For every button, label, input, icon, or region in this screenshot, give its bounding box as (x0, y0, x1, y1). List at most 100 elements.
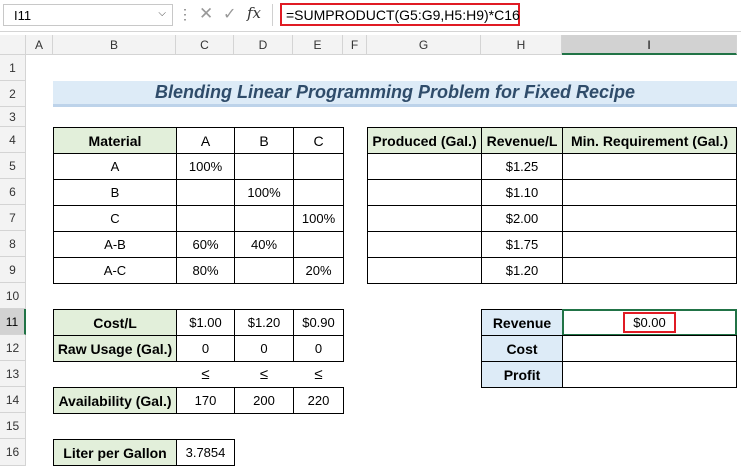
produced-cell[interactable] (367, 153, 482, 180)
revenue-per-liter-cell[interactable]: $2.00 (481, 205, 563, 232)
raw-usage-label[interactable]: Raw Usage (Gal.) (53, 335, 177, 362)
recipe-material-cell[interactable]: A (53, 153, 177, 180)
produced-cell[interactable] (367, 231, 482, 258)
enter-icon[interactable]: ✓ (223, 4, 236, 24)
more-options-icon[interactable]: ⋮ (178, 6, 192, 23)
row-header-10[interactable]: 10 (0, 283, 26, 309)
recipe-material-cell[interactable]: B (53, 179, 177, 206)
row-header-13[interactable]: 13 (0, 361, 26, 387)
recipe-cell[interactable]: 20% (293, 257, 344, 284)
column-header-f[interactable]: F (343, 35, 367, 55)
profit-total-cell[interactable] (562, 361, 737, 388)
min-requirement-cell[interactable] (562, 153, 737, 180)
availability-label[interactable]: Availability (Gal.) (53, 387, 177, 414)
recipe-header-a[interactable]: A (176, 127, 235, 154)
min-requirement-cell[interactable] (562, 205, 737, 232)
recipe-material-cell[interactable]: A-C (53, 257, 177, 284)
recipe-cell[interactable] (234, 153, 294, 180)
cancel-icon[interactable]: ✕ (199, 4, 213, 24)
recipe-header-c[interactable]: C (293, 127, 344, 154)
insert-function-icon[interactable]: fx (247, 4, 261, 22)
column-header-c[interactable]: C (176, 35, 234, 55)
raw-usage-cell[interactable]: 0 (176, 335, 235, 362)
liter-per-gallon-value[interactable]: 3.7854 (176, 439, 235, 466)
revenue-per-liter-cell[interactable]: $1.75 (481, 231, 563, 258)
recipe-header-material[interactable]: Material (53, 127, 177, 154)
produced-cell[interactable] (367, 205, 482, 232)
cost-per-liter-cell[interactable]: $1.00 (176, 309, 235, 336)
cost-label[interactable]: Cost (481, 335, 563, 362)
recipe-cell[interactable] (234, 205, 294, 232)
recipe-cell[interactable]: 40% (234, 231, 294, 258)
cost-per-liter-label[interactable]: Cost/L (53, 309, 177, 336)
recipe-cell[interactable]: 60% (176, 231, 235, 258)
row-header-2[interactable]: 2 (0, 81, 26, 107)
production-header-produced[interactable]: Produced (Gal.) (367, 127, 482, 154)
liter-per-gallon-label[interactable]: Liter per Gallon (53, 439, 177, 466)
row-header-6[interactable]: 6 (0, 179, 26, 205)
row-header-11[interactable]: 11 (0, 309, 26, 335)
sheet-title[interactable]: Blending Linear Programming Problem for … (53, 81, 737, 107)
row-header-1[interactable]: 1 (0, 55, 26, 81)
recipe-cell[interactable]: 100% (293, 205, 344, 232)
recipe-cell[interactable] (293, 179, 344, 206)
row-header-7[interactable]: 7 (0, 205, 26, 231)
row-header-15[interactable]: 15 (0, 413, 26, 439)
recipe-cell[interactable] (234, 257, 294, 284)
revenue-per-liter-cell[interactable]: $1.10 (481, 179, 563, 206)
recipe-material-cell[interactable]: C (53, 205, 177, 232)
column-header-g[interactable]: G (367, 35, 481, 55)
leq-symbol[interactable]: ≤ (293, 361, 344, 387)
revenue-label[interactable]: Revenue (481, 309, 563, 336)
row-header-4[interactable]: 4 (0, 127, 26, 153)
row-header-9[interactable]: 9 (0, 257, 26, 283)
row-header-5[interactable]: 5 (0, 153, 26, 179)
column-header-h[interactable]: H (481, 35, 562, 55)
chevron-down-icon[interactable]: ⌵ (158, 8, 166, 19)
produced-cell[interactable] (367, 179, 482, 206)
min-requirement-cell[interactable] (562, 257, 737, 284)
profit-label[interactable]: Profit (481, 361, 563, 388)
raw-usage-cell[interactable]: 0 (293, 335, 344, 362)
column-header-i[interactable]: I (562, 35, 737, 55)
recipe-header-b[interactable]: B (234, 127, 294, 154)
recipe-cell[interactable]: 100% (234, 179, 294, 206)
production-header-min-requirement[interactable]: Min. Requirement (Gal.) (562, 127, 737, 154)
raw-usage-cell[interactable]: 0 (234, 335, 294, 362)
select-all-corner[interactable] (0, 35, 26, 55)
column-header-a[interactable]: A (26, 35, 53, 55)
cost-total-cell[interactable] (562, 335, 737, 362)
recipe-cell[interactable] (176, 179, 235, 206)
availability-cell[interactable]: 200 (234, 387, 294, 414)
leq-symbol[interactable]: ≤ (234, 361, 294, 387)
availability-cell[interactable]: 170 (176, 387, 235, 414)
recipe-cell[interactable]: 100% (176, 153, 235, 180)
min-requirement-cell[interactable] (562, 179, 737, 206)
availability-cell[interactable]: 220 (293, 387, 344, 414)
recipe-cell[interactable] (293, 153, 344, 180)
cost-per-liter-cell[interactable]: $1.20 (234, 309, 294, 336)
recipe-cell[interactable] (176, 205, 235, 232)
formula-input[interactable]: =SUMPRODUCT(G5:G9,H5:H9)*C16 (280, 3, 520, 26)
revenue-per-liter-cell[interactable]: $1.25 (481, 153, 563, 180)
row-header-3[interactable]: 3 (0, 107, 26, 127)
recipe-material-cell[interactable]: A-B (53, 231, 177, 258)
production-header-revenue[interactable]: Revenue/L (481, 127, 563, 154)
leq-symbol[interactable]: ≤ (176, 361, 235, 387)
name-box-value: I11 (14, 8, 32, 23)
row-header-8[interactable]: 8 (0, 231, 26, 257)
recipe-cell[interactable] (293, 231, 344, 258)
row-header-16[interactable]: 16 (0, 439, 26, 466)
revenue-per-liter-cell[interactable]: $1.20 (481, 257, 563, 284)
recipe-cell[interactable]: 80% (176, 257, 235, 284)
row-header-14[interactable]: 14 (0, 387, 26, 413)
cost-per-liter-cell[interactable]: $0.90 (293, 309, 344, 336)
min-requirement-cell[interactable] (562, 231, 737, 258)
name-box[interactable]: I11 ⌵ (3, 4, 173, 26)
row-header-12[interactable]: 12 (0, 335, 26, 361)
produced-cell[interactable] (367, 257, 482, 284)
column-header-b[interactable]: B (53, 35, 176, 55)
revenue-total-cell[interactable]: $0.00 (562, 309, 737, 336)
column-header-e[interactable]: E (293, 35, 343, 55)
column-header-d[interactable]: D (234, 35, 293, 55)
